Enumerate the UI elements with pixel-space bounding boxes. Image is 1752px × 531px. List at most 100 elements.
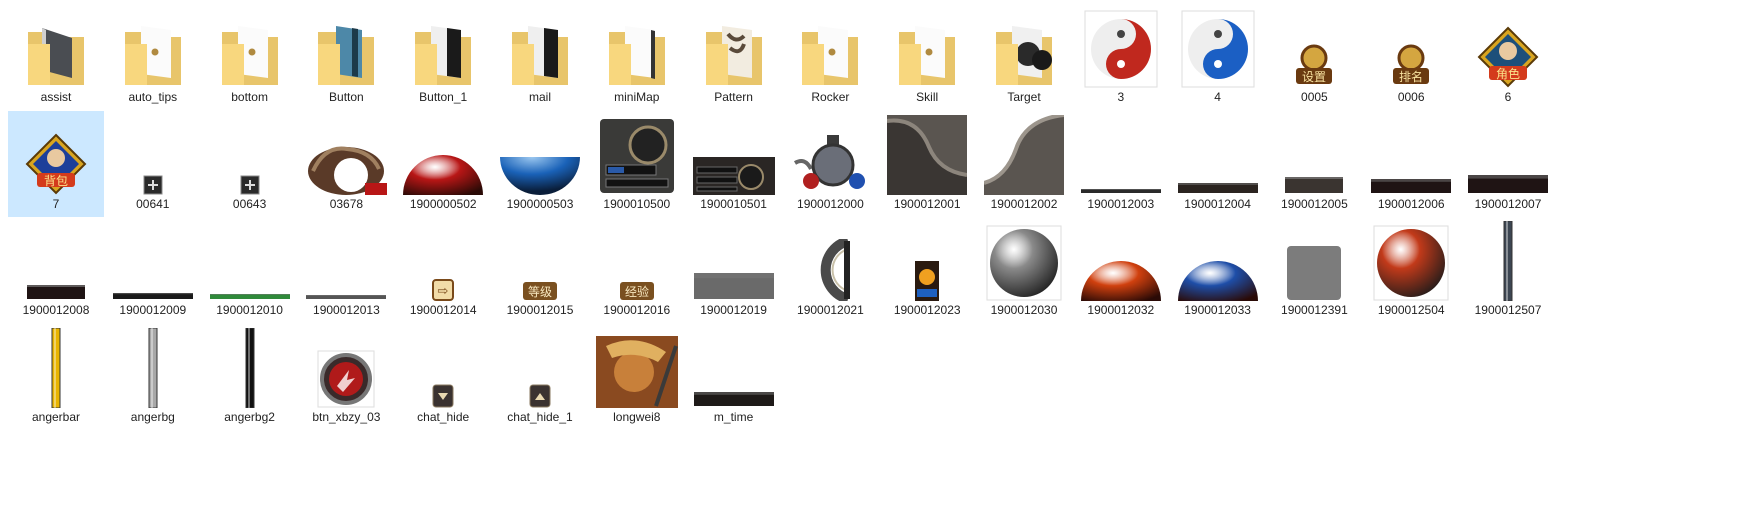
- file-item[interactable]: 1900012033: [1170, 217, 1266, 323]
- file-item[interactable]: m_time: [686, 324, 782, 430]
- item-label: 1900012003: [1087, 196, 1155, 211]
- file-item[interactable]: 经验 1900012016: [589, 217, 685, 323]
- file-item[interactable]: 角色 6: [1460, 4, 1556, 110]
- folder-item[interactable]: Skill: [879, 4, 975, 110]
- file-item[interactable]: 1900012010: [202, 217, 298, 323]
- file-item[interactable]: 1900012000: [782, 111, 878, 217]
- file-item[interactable]: longwei8: [589, 324, 685, 430]
- file-item[interactable]: 1900012009: [105, 217, 201, 323]
- item-label: Button: [329, 90, 364, 104]
- file-item[interactable]: 03678: [298, 111, 394, 217]
- file-item[interactable]: 1900012019: [686, 217, 782, 323]
- file-item[interactable]: 00643: [202, 111, 298, 217]
- item-label: 0005: [1301, 90, 1328, 104]
- file-item[interactable]: 1900012507: [1460, 217, 1556, 323]
- folder-icon: [589, 8, 685, 88]
- yin-yang-red-icon: [1073, 8, 1169, 88]
- item-label: angerbg: [130, 409, 175, 424]
- file-item[interactable]: angerbg2: [202, 324, 298, 430]
- red-orb-half-icon: [395, 115, 491, 195]
- file-item[interactable]: 1900000502: [395, 111, 491, 217]
- file-item[interactable]: 1900012021: [782, 217, 878, 323]
- file-item[interactable]: 00641: [105, 111, 201, 217]
- plus-box-icon: [202, 115, 298, 195]
- file-item[interactable]: 1900012504: [1363, 217, 1459, 323]
- file-item[interactable]: 1900012007: [1460, 111, 1556, 217]
- black-vertical-bar-icon: [202, 327, 298, 408]
- folder-item[interactable]: Pattern: [686, 4, 782, 110]
- folder-icon: [298, 8, 394, 88]
- sun-card-icon: [879, 221, 975, 301]
- file-item[interactable]: 设置 0005: [1266, 4, 1362, 110]
- folder-item[interactable]: bottom: [202, 4, 298, 110]
- item-label: 3: [1117, 90, 1125, 104]
- vertical-bar-icon: [1460, 221, 1556, 301]
- file-item[interactable]: 背包 7: [8, 110, 104, 217]
- file-item[interactable]: 1900012003: [1073, 111, 1169, 217]
- file-item[interactable]: chat_hide: [395, 324, 491, 430]
- blue-orb-half-icon: [492, 115, 588, 195]
- file-item[interactable]: 1900010501: [686, 111, 782, 217]
- file-item[interactable]: 1900012001: [879, 111, 975, 217]
- item-label: 1900012504: [1377, 303, 1445, 317]
- file-item[interactable]: angerbg: [105, 324, 201, 430]
- item-label: chat_hide: [417, 409, 470, 424]
- folder-item[interactable]: Target: [976, 4, 1072, 110]
- character-portrait-icon: 角色: [1460, 8, 1556, 88]
- folder-item[interactable]: Button: [298, 4, 394, 110]
- item-label: 1900012030: [990, 303, 1058, 317]
- item-label: angerbar: [31, 409, 81, 424]
- file-item[interactable]: 1900012002: [976, 111, 1072, 217]
- file-item[interactable]: 1900000503: [492, 111, 588, 217]
- folder-icon: [976, 8, 1072, 88]
- file-item[interactable]: 排名 0006: [1363, 4, 1459, 110]
- ranking-badge-icon: 排名: [1363, 8, 1459, 88]
- file-grid: assist auto_tips bottom Button Button_1 mail m…: [0, 0, 1752, 531]
- fire-water-orb-half-icon: [1170, 221, 1266, 301]
- file-item[interactable]: 1900012005: [1266, 111, 1362, 217]
- file-item[interactable]: 1900012023: [879, 217, 975, 323]
- item-label: longwei8: [613, 409, 661, 424]
- file-item[interactable]: chat_hide_1: [492, 324, 588, 430]
- item-label: 1900010500: [603, 196, 671, 211]
- file-item[interactable]: 4: [1170, 4, 1266, 110]
- file-item[interactable]: 1900012030: [976, 217, 1072, 323]
- item-label: 1900012006: [1377, 196, 1445, 211]
- folder-item[interactable]: Button_1: [395, 4, 491, 110]
- item-label: 1900012010: [216, 303, 283, 317]
- item-label: 1900012008: [22, 303, 90, 317]
- file-item[interactable]: ⇨ 1900012014: [395, 217, 491, 323]
- file-item[interactable]: 等级 1900012015: [492, 217, 588, 323]
- arrow-badge-icon: ⇨: [395, 221, 491, 301]
- file-item[interactable]: 1900012004: [1170, 111, 1266, 217]
- folder-item[interactable]: assist: [8, 4, 104, 110]
- file-item[interactable]: btn_xbzy_03: [298, 324, 394, 430]
- file-item[interactable]: 1900010500: [589, 111, 685, 217]
- file-item[interactable]: 1900012013: [298, 217, 394, 323]
- file-item[interactable]: 1900012391: [1266, 217, 1362, 323]
- file-item[interactable]: angerbar: [8, 324, 104, 430]
- settings-badge-icon: 设置: [1266, 8, 1362, 88]
- item-label: 1900012014: [409, 303, 477, 317]
- green-bar-icon: [202, 221, 298, 301]
- file-item[interactable]: 1900012032: [1073, 217, 1169, 323]
- arrow-up-button-icon: [492, 328, 588, 408]
- svg-text:经验: 经验: [625, 284, 649, 299]
- orb-frame-icon: [782, 115, 878, 195]
- item-label: 1900010501: [700, 196, 767, 211]
- file-item[interactable]: 1900012008: [8, 217, 104, 323]
- svg-text:等级: 等级: [528, 285, 552, 299]
- half-ring-frame-icon: [782, 221, 878, 301]
- folder-item[interactable]: mail: [492, 4, 588, 110]
- item-label: 1900000502: [409, 196, 477, 211]
- folder-item[interactable]: auto_tips: [105, 4, 201, 110]
- folder-item[interactable]: miniMap: [589, 4, 685, 110]
- arrow-down-button-icon: [395, 328, 491, 408]
- bar-icon: [1363, 115, 1459, 195]
- folder-icon: [105, 8, 201, 88]
- file-item[interactable]: 3: [1073, 4, 1169, 110]
- file-item[interactable]: 1900012006: [1363, 111, 1459, 217]
- folder-item[interactable]: Rocker: [782, 4, 878, 110]
- item-label: 1900012391: [1281, 303, 1348, 317]
- orange-orb-half-icon: [1073, 221, 1169, 301]
